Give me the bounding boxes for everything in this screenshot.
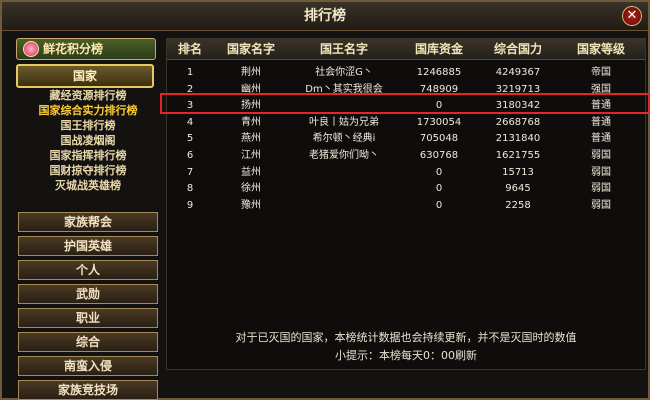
category-button[interactable]: 护国英雄	[18, 236, 158, 256]
sub-ranking-item[interactable]: 国战凌烟阁	[18, 133, 158, 148]
cell-rank: 7	[186, 166, 194, 178]
sub-ranking-item[interactable]: 国王排行榜	[18, 118, 158, 133]
header-power: 综合国力	[493, 42, 542, 56]
category-button[interactable]: 综合	[18, 332, 158, 352]
cell-king	[289, 165, 399, 181]
cell-nation: 益州	[241, 166, 261, 178]
cell-treasury: 705048	[419, 133, 459, 145]
cell-rank: 1	[186, 67, 194, 78]
header-rank: 排名	[177, 42, 202, 56]
cell-treasury: 0	[435, 166, 443, 178]
table-row[interactable]: 7 益州 0 15713 弱国	[167, 165, 645, 182]
cell-nation: 燕州	[241, 133, 261, 145]
cell-power: 4249367	[495, 67, 541, 78]
cell-level: 弱国	[591, 183, 611, 195]
table-row[interactable]: 6 江州 老猪爱你们呦丶 630768 1621755 弱国	[167, 148, 645, 165]
cell-power: 2258	[505, 199, 531, 211]
cell-rank: 8	[186, 183, 194, 195]
tab-nation[interactable]: 国家	[16, 64, 154, 88]
sub-ranking-item[interactable]: 国财掠夺排行榜	[18, 163, 158, 178]
sub-ranking-item[interactable]: 国家指挥排行榜	[18, 148, 158, 163]
table-row[interactable]: 8 徐州 0 9645 弱国	[167, 181, 645, 198]
cell-nation: 徐州	[241, 183, 261, 195]
cell-level: 帝国	[591, 67, 611, 78]
cell-nation: 荆州	[241, 67, 261, 78]
cell-level: 弱国	[591, 149, 611, 161]
cell-treasury: 1246885	[416, 67, 462, 78]
cell-treasury: 0	[435, 199, 443, 211]
header-treasury: 国库资金	[414, 42, 463, 56]
category-button[interactable]: 南蛮入侵	[18, 356, 158, 376]
cell-king: 叶良丨姑为兄弟	[309, 116, 379, 128]
highlight-box	[160, 93, 650, 114]
table-row[interactable]: 5 燕州 希尔顿丶经典i 705048 2131840 普通	[167, 131, 645, 148]
cell-king: 老猪爱你们呦丶	[309, 149, 379, 161]
cell-king	[289, 198, 399, 214]
cell-treasury: 0	[435, 183, 443, 195]
flower-ranking-label: 鲜花积分榜	[43, 42, 104, 56]
sub-ranking-item[interactable]: 藏经资源排行榜	[18, 88, 158, 103]
cell-treasury: 630768	[419, 149, 459, 161]
window-title: 排行榜	[304, 8, 346, 24]
nation-ranking-list: 藏经资源排行榜 国家综合实力排行榜 国王排行榜 国战凌烟阁 国家指挥排行榜 国财掠夺排行榜…	[18, 88, 158, 193]
cell-power: 1621755	[495, 149, 541, 161]
cell-rank: 5	[186, 133, 194, 145]
flower-ranking-button[interactable]: 鲜花积分榜	[16, 38, 156, 60]
cell-nation: 豫州	[241, 199, 261, 211]
header-king: 国王名字	[319, 42, 368, 56]
notice-line-2: 小提示：本榜每天0：00刷新	[335, 349, 477, 362]
cell-power: 15713	[502, 166, 534, 178]
cell-level: 弱国	[591, 166, 611, 178]
category-button[interactable]: 职业	[18, 308, 158, 328]
sub-ranking-item[interactable]: 灭城战英雄榜	[18, 178, 158, 193]
cell-level: 普通	[591, 116, 611, 128]
category-button[interactable]: 武勋	[18, 284, 158, 304]
cell-power: 9645	[505, 183, 531, 195]
cell-power: 2668768	[495, 116, 541, 128]
cell-king	[289, 181, 399, 197]
category-button[interactable]: 个人	[18, 260, 158, 280]
cell-nation: 江州	[241, 149, 261, 161]
notice-text: 对于已灭国的国家，本榜统计数据也会持续更新，并不是灭国时的数值 小提示：本榜每天…	[167, 329, 645, 365]
cell-treasury: 1730054	[416, 116, 462, 128]
ranking-table: 排名 国家名字 国王名字 国库资金 综合国力 国家等级 1 荆州 社会你涩G丶 124…	[166, 38, 646, 370]
title-bar: 排行榜 ✕	[2, 2, 648, 31]
left-menu: 鲜花积分榜 国家 藏经资源排行榜 国家综合实力排行榜 国王排行榜 国战凌烟阁 国家指挥排…	[12, 38, 158, 400]
cell-king: 希尔顿丶经典i	[312, 133, 376, 145]
flower-icon	[23, 41, 39, 57]
cell-level: 普通	[591, 133, 611, 145]
cell-king: 社会你涩G丶	[315, 67, 373, 78]
cell-rank: 4	[186, 116, 194, 128]
sub-ranking-item[interactable]: 国家综合实力排行榜	[18, 103, 158, 118]
header-level: 国家等级	[576, 42, 625, 56]
close-icon[interactable]: ✕	[622, 6, 642, 26]
cell-level: 弱国	[591, 199, 611, 211]
cell-rank: 6	[186, 149, 194, 161]
table-row[interactable]: 1 荆州 社会你涩G丶 1246885 4249367 帝国	[167, 65, 645, 82]
cell-nation: 青州	[241, 116, 261, 128]
ranking-window: 排行榜 ✕ 鲜花积分榜 国家 藏经资源排行榜 国家综合实力排行榜 国王排行榜 国战凌烟…	[0, 0, 650, 400]
cell-power: 2131840	[495, 133, 541, 145]
table-row[interactable]: 4 青州 叶良丨姑为兄弟 1730054 2668768 普通	[167, 115, 645, 132]
table-row[interactable]: 9 豫州 0 2258 弱国	[167, 198, 645, 215]
table-body: 1 荆州 社会你涩G丶 1246885 4249367 帝国 2 幽州 Dm丶其实我很会 7489…	[167, 65, 645, 214]
header-nation: 国家名字	[226, 42, 275, 56]
table-header: 排名 国家名字 国王名字 国库资金 综合国力 国家等级	[167, 39, 645, 60]
notice-line-1: 对于已灭国的国家，本榜统计数据也会持续更新，并不是灭国时的数值	[235, 331, 577, 344]
category-button[interactable]: 家族帮会	[18, 212, 158, 232]
cell-rank: 9	[186, 199, 194, 211]
category-button[interactable]: 家族竞技场	[18, 380, 158, 400]
